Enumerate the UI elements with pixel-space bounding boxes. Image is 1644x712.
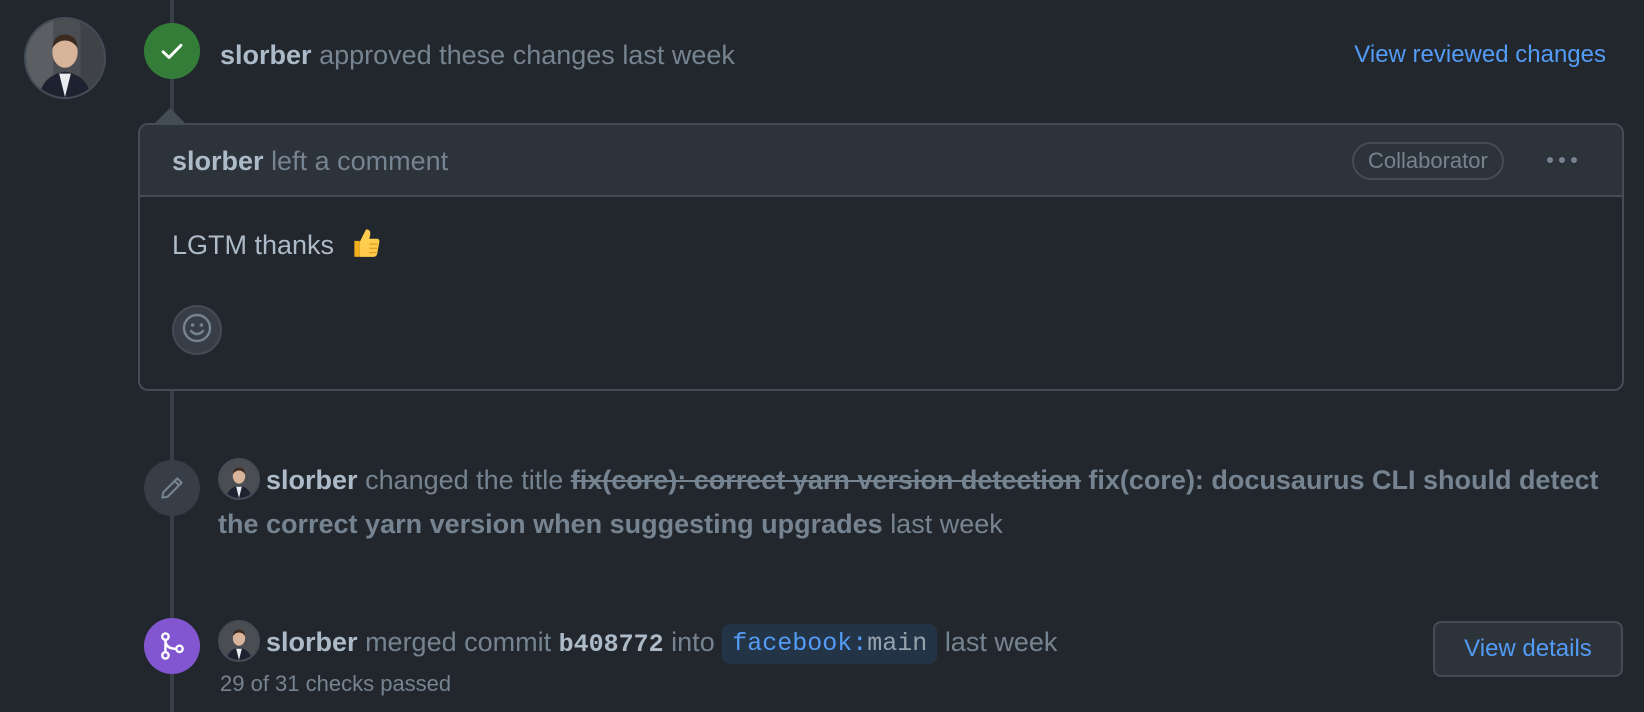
pencil-icon	[158, 474, 186, 502]
title-change-author-avatar[interactable]	[218, 457, 260, 500]
approved-badge	[144, 23, 200, 79]
edit-badge	[144, 460, 200, 516]
review-comment: slorber left a comment Collaborator LGTM…	[138, 123, 1624, 391]
merge-author-link[interactable]: slorber	[266, 627, 358, 657]
checks-status: 29 of 31 checks passed	[220, 671, 452, 696]
comment-options-button[interactable]	[1540, 143, 1584, 179]
review-time[interactable]: last week	[622, 40, 735, 70]
title-change-event: slorber changed the title fix(core): cor…	[218, 457, 1608, 546]
check-icon	[159, 38, 185, 64]
comment-header-text: slorber left a comment	[172, 141, 448, 181]
review-author-link[interactable]: slorber	[220, 40, 312, 70]
merge-time[interactable]: last week	[945, 627, 1058, 657]
merge-author-avatar[interactable]	[218, 619, 260, 662]
kebab-horizontal-icon	[1545, 152, 1579, 170]
pr-timeline: slorber approved these changes last week…	[0, 0, 1644, 712]
reviewer-avatar[interactable]	[24, 17, 106, 99]
comment-body: LGTM thanks	[172, 225, 382, 271]
branch-repo: facebook	[732, 629, 853, 658]
merged-badge	[144, 618, 200, 674]
comment-action-text: left a comment	[271, 146, 449, 176]
thumbs-up-emoji-icon	[348, 226, 382, 271]
comment-author-link[interactable]: slorber	[172, 146, 264, 176]
branch-name: main	[867, 629, 928, 658]
view-reviewed-changes-link[interactable]: View reviewed changes	[1354, 37, 1606, 73]
comment-caret	[154, 108, 186, 124]
comment-text: LGTM thanks	[172, 230, 335, 260]
target-branch-tag[interactable]: facebook:main	[722, 624, 938, 664]
title-change-author-link[interactable]: slorber	[266, 465, 358, 495]
comment-header: slorber left a comment Collaborator	[140, 125, 1622, 197]
old-title: fix(core): correct yarn version detectio…	[570, 465, 1081, 495]
branch-separator: :	[852, 629, 868, 658]
merge-event: slorber merged commit b408772 into faceb…	[218, 619, 1058, 667]
git-merge-icon	[157, 631, 187, 661]
merge-into-text: into	[671, 627, 715, 657]
view-details-button[interactable]: View details	[1433, 621, 1623, 677]
title-change-time[interactable]: last week	[890, 509, 1003, 539]
collaborator-badge: Collaborator	[1352, 142, 1504, 180]
smiley-icon	[181, 312, 213, 349]
title-change-action-text: changed the title	[365, 465, 564, 495]
review-summary: slorber approved these changes last week	[220, 35, 735, 75]
merge-action-text: merged commit	[365, 627, 552, 657]
add-reaction-button[interactable]	[172, 305, 222, 355]
commit-sha-link[interactable]: b408772	[559, 630, 664, 659]
review-action-text: approved these changes	[319, 40, 615, 70]
